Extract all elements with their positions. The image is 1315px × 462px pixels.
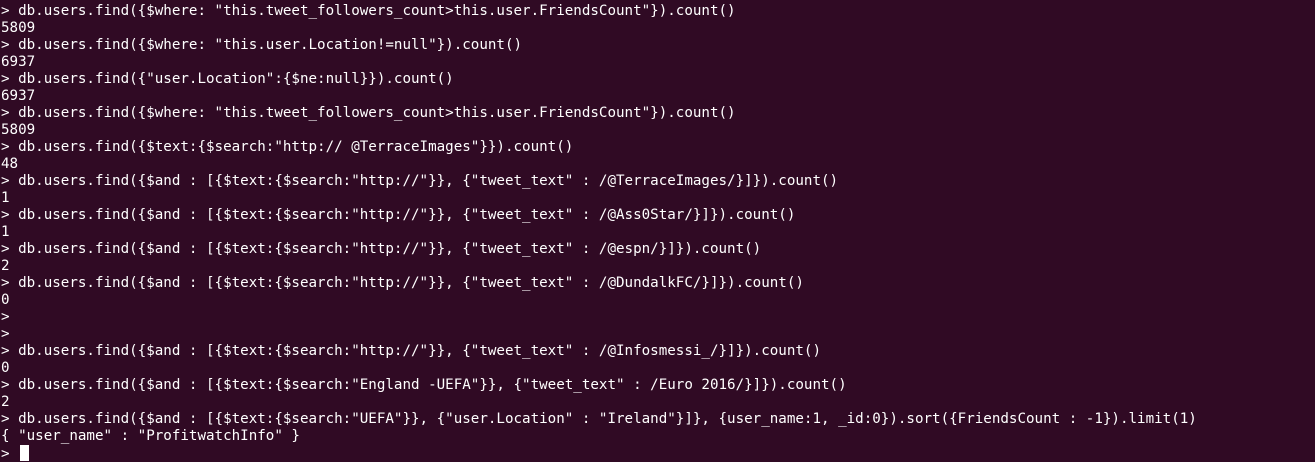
command-line: >	[1, 326, 10, 342]
command-line: > db.users.find({$and : [{$text:{$search…	[1, 275, 804, 291]
command-line: > db.users.find({$and : [{$text:{$search…	[1, 377, 847, 393]
command-line: > db.users.find({$where: "this.tweet_fol…	[1, 105, 736, 121]
output-line: 1	[1, 190, 10, 206]
command-line: > db.users.find({$and : [{$text:{$search…	[1, 343, 821, 359]
command-line: > db.users.find({$where: "this.user.Loca…	[1, 37, 523, 53]
command-line: > db.users.find({$and : [{$text:{$search…	[1, 411, 1197, 427]
output-line: 0	[1, 292, 10, 308]
terminal-window[interactable]: > db.users.find({$where: "this.tweet_fol…	[0, 0, 1315, 462]
command-line: >	[1, 309, 10, 325]
output-line: 1	[1, 224, 10, 240]
command-line: > db.users.find({$text:{$search:"http://…	[1, 139, 574, 155]
command-line: > db.users.find({$and : [{$text:{$search…	[1, 241, 762, 257]
output-line: 2	[1, 394, 10, 410]
command-line: > db.users.find({"user.Location":{$ne:nu…	[1, 71, 454, 87]
command-line: > db.users.find({$and : [{$text:{$search…	[1, 207, 796, 223]
text-cursor	[19, 445, 29, 461]
prompt-line[interactable]: >	[1, 445, 29, 462]
output-line: 5809	[1, 122, 36, 138]
output-line: 48	[1, 156, 19, 172]
output-line: 6937	[1, 88, 36, 104]
output-line: 2	[1, 258, 10, 274]
prompt-symbol: >	[1, 446, 10, 462]
output-line: 6937	[1, 54, 36, 70]
command-line: > db.users.find({$where: "this.tweet_fol…	[1, 3, 736, 19]
output-line: { "user_name" : "ProfitwatchInfo" }	[1, 428, 300, 444]
command-line: > db.users.find({$and : [{$text:{$search…	[1, 173, 839, 189]
output-line: 0	[1, 360, 10, 376]
output-line: 5809	[1, 20, 36, 36]
